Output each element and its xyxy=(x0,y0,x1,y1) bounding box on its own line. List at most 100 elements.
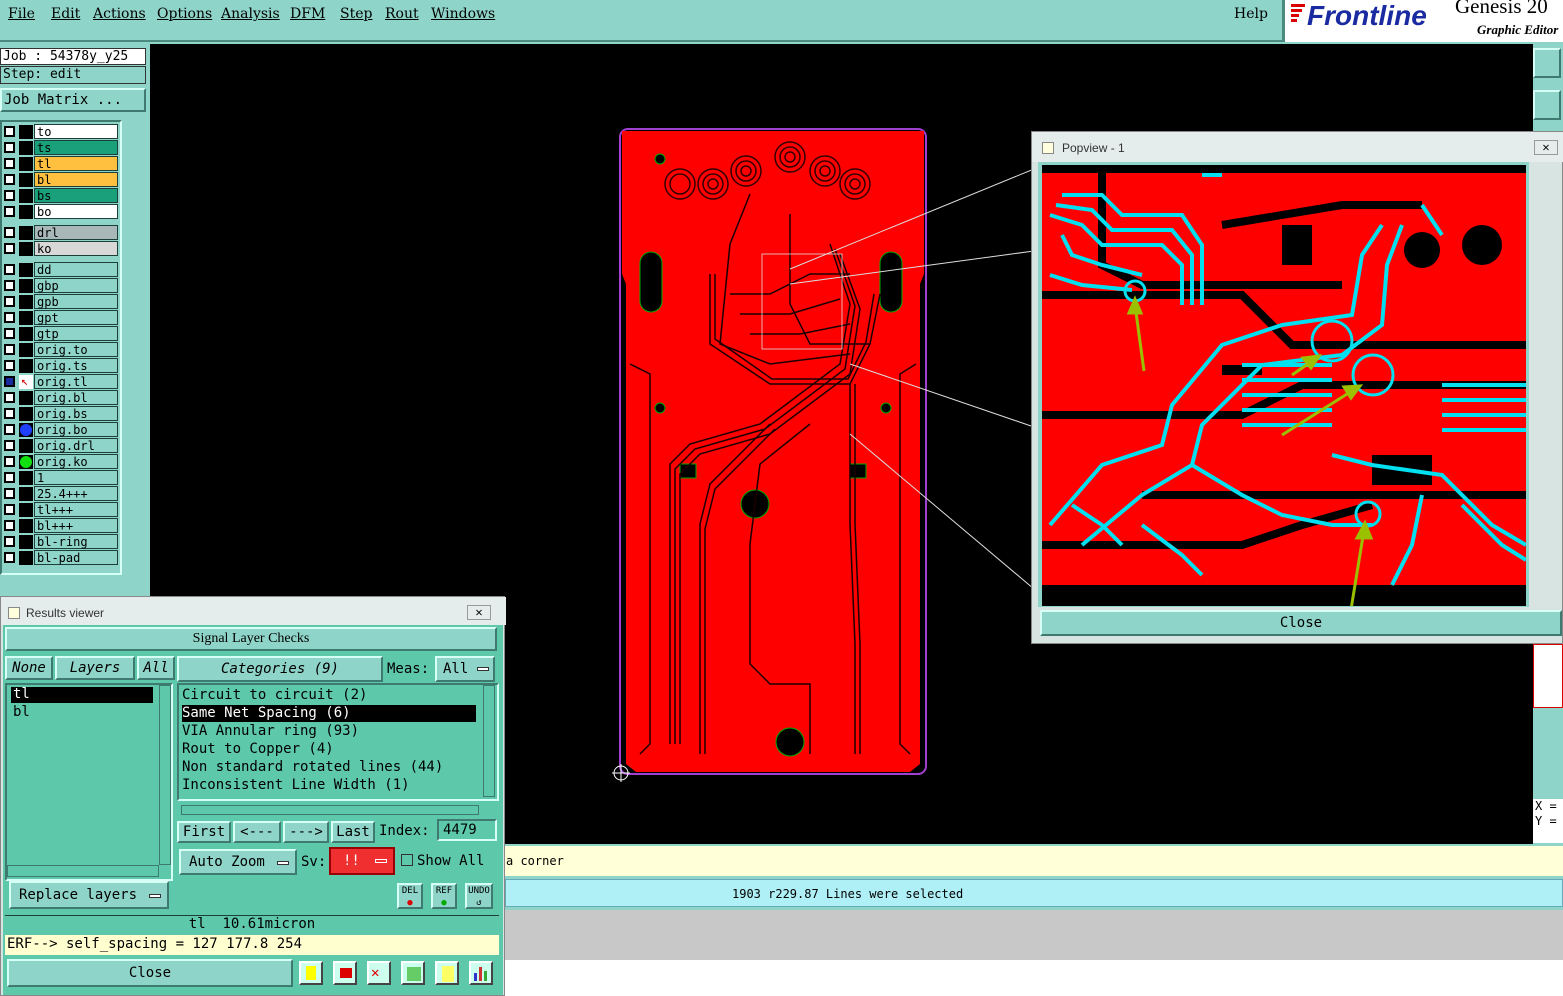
layers-button[interactable]: Layers xyxy=(55,656,135,680)
layer-row[interactable]: to xyxy=(0,124,122,140)
layer-color-swatch[interactable] xyxy=(19,439,33,453)
layer-checkbox[interactable] xyxy=(4,158,15,169)
last-button[interactable]: Last xyxy=(331,821,375,843)
layer-row[interactable]: orig.bs xyxy=(0,406,122,422)
histogram-icon[interactable] xyxy=(469,961,493,985)
layer-checkbox[interactable] xyxy=(4,312,15,323)
category-item-selected[interactable]: Same Net Spacing (6) xyxy=(182,705,476,722)
layer-row[interactable]: orig.bl xyxy=(0,390,122,406)
layer-checkbox[interactable] xyxy=(4,206,15,217)
counter-icon[interactable] xyxy=(401,961,425,985)
layer-name[interactable]: dd xyxy=(34,262,118,277)
layer-row[interactable]: bl-ring xyxy=(0,534,122,550)
layer-name[interactable]: orig.bl xyxy=(34,390,118,405)
layer-name[interactable]: gpt xyxy=(34,310,118,325)
layer-row[interactable]: gpb xyxy=(0,294,122,310)
layer-name[interactable]: bl+++ xyxy=(34,518,118,533)
layer-color-swatch[interactable] xyxy=(19,157,33,171)
layer-row[interactable]: gbp xyxy=(0,278,122,294)
show-all-checkbox[interactable] xyxy=(401,854,413,866)
layer-checkbox[interactable] xyxy=(4,376,15,387)
layer-checkbox[interactable] xyxy=(4,536,15,547)
layer-color-swatch[interactable] xyxy=(19,327,33,341)
first-button[interactable]: First xyxy=(177,821,231,843)
clear-icon[interactable]: ✕ xyxy=(367,961,391,985)
category-item[interactable]: Circuit to circuit (2) xyxy=(182,687,367,703)
layer-row[interactable]: orig.ko xyxy=(0,454,122,470)
layer-color-swatch[interactable] xyxy=(19,503,33,517)
layer-color-swatch[interactable] xyxy=(19,423,33,437)
replace-layers-select[interactable]: Replace layers xyxy=(9,881,169,909)
layer-color-swatch[interactable] xyxy=(19,242,33,256)
layer-row[interactable]: bl xyxy=(0,172,122,188)
layer-color-swatch[interactable] xyxy=(19,125,33,139)
layer-color-swatch[interactable] xyxy=(19,295,33,309)
categories-vscroll[interactable] xyxy=(483,685,495,797)
layer-checkbox[interactable] xyxy=(4,190,15,201)
layer-color-swatch[interactable] xyxy=(19,173,33,187)
layer-row[interactable]: 25.4+++ xyxy=(0,486,122,502)
layer-name[interactable]: to xyxy=(34,124,118,139)
layer-checkbox[interactable] xyxy=(4,264,15,275)
del-button[interactable]: DEL ● xyxy=(397,883,423,909)
category-item[interactable]: Rout to Copper (4) xyxy=(182,741,334,757)
layer-row[interactable]: orig.bo xyxy=(0,422,122,438)
layer-row[interactable]: dd xyxy=(0,262,122,278)
menu-windows[interactable]: Windows xyxy=(431,6,495,22)
undo-button[interactable]: UNDO ↺ xyxy=(465,883,493,909)
layer-color-swatch[interactable] xyxy=(19,141,33,155)
layer-checkbox[interactable] xyxy=(4,328,15,339)
layer-row[interactable]: bl-pad xyxy=(0,550,122,566)
layer-color-swatch[interactable] xyxy=(19,205,33,219)
layer-checkbox[interactable] xyxy=(4,472,15,483)
menu-dfm[interactable]: DFM xyxy=(290,6,325,22)
none-button[interactable]: None xyxy=(5,656,53,680)
layer-row[interactable]: bo xyxy=(0,204,122,220)
all-button[interactable]: All xyxy=(137,656,175,680)
layer-name[interactable]: bo xyxy=(34,204,118,219)
layer-name[interactable]: ts xyxy=(34,140,118,155)
results-close-icon[interactable]: ✕ xyxy=(467,605,491,620)
layer-checkbox[interactable] xyxy=(4,424,15,435)
menu-help[interactable]: Help xyxy=(1234,6,1268,22)
highlight-icon[interactable] xyxy=(333,961,357,985)
layer-checkbox[interactable] xyxy=(4,440,15,451)
results-close-button[interactable]: Close xyxy=(7,959,293,987)
layer-checkbox[interactable] xyxy=(4,280,15,291)
layer-list-vscroll[interactable] xyxy=(159,685,171,865)
report-icon[interactable] xyxy=(299,961,323,985)
category-item[interactable]: Non standard rotated lines (44) xyxy=(182,759,443,775)
layer-checkbox[interactable] xyxy=(4,520,15,531)
layer-color-swatch[interactable] xyxy=(19,407,33,421)
mini-map[interactable] xyxy=(1533,644,1563,708)
layer-row[interactable]: gpt xyxy=(0,310,122,326)
layer-name[interactable]: orig.ko xyxy=(34,454,118,469)
layer-color-swatch[interactable] xyxy=(19,279,33,293)
layer-name[interactable]: 1 xyxy=(34,470,118,485)
layer-checkbox[interactable] xyxy=(4,174,15,185)
edit-pointer-icon[interactable]: ↖ xyxy=(19,375,33,389)
layer-name[interactable]: gpb xyxy=(34,294,118,309)
layer-name[interactable]: drl xyxy=(34,225,118,240)
layer-checkbox[interactable] xyxy=(4,296,15,307)
layer-name[interactable]: tl+++ xyxy=(34,502,118,517)
layer-color-swatch[interactable] xyxy=(19,343,33,357)
notes-icon[interactable] xyxy=(435,961,459,985)
index-input[interactable]: 4479 xyxy=(437,819,497,841)
layer-checkbox[interactable] xyxy=(4,243,15,254)
layer-list-item[interactable]: tl xyxy=(11,687,153,703)
menu-actions[interactable]: Actions xyxy=(93,6,146,22)
layer-checkbox[interactable] xyxy=(4,126,15,137)
layer-name[interactable]: bs xyxy=(34,188,118,203)
layer-row[interactable]: ↖ orig.tl xyxy=(0,374,122,390)
layer-name[interactable]: gtp xyxy=(34,326,118,341)
layer-name[interactable]: orig.ts xyxy=(34,358,118,373)
layer-color-swatch[interactable] xyxy=(19,535,33,549)
auto-zoom-select[interactable]: Auto Zoom xyxy=(179,849,297,875)
menu-file[interactable]: File xyxy=(8,6,35,22)
menu-options[interactable]: Options xyxy=(157,6,212,22)
layer-name[interactable]: orig.drl xyxy=(34,438,118,453)
layer-name[interactable]: ko xyxy=(34,241,118,256)
layer-color-swatch[interactable] xyxy=(19,226,33,240)
menu-analysis[interactable]: Analysis xyxy=(221,6,280,22)
